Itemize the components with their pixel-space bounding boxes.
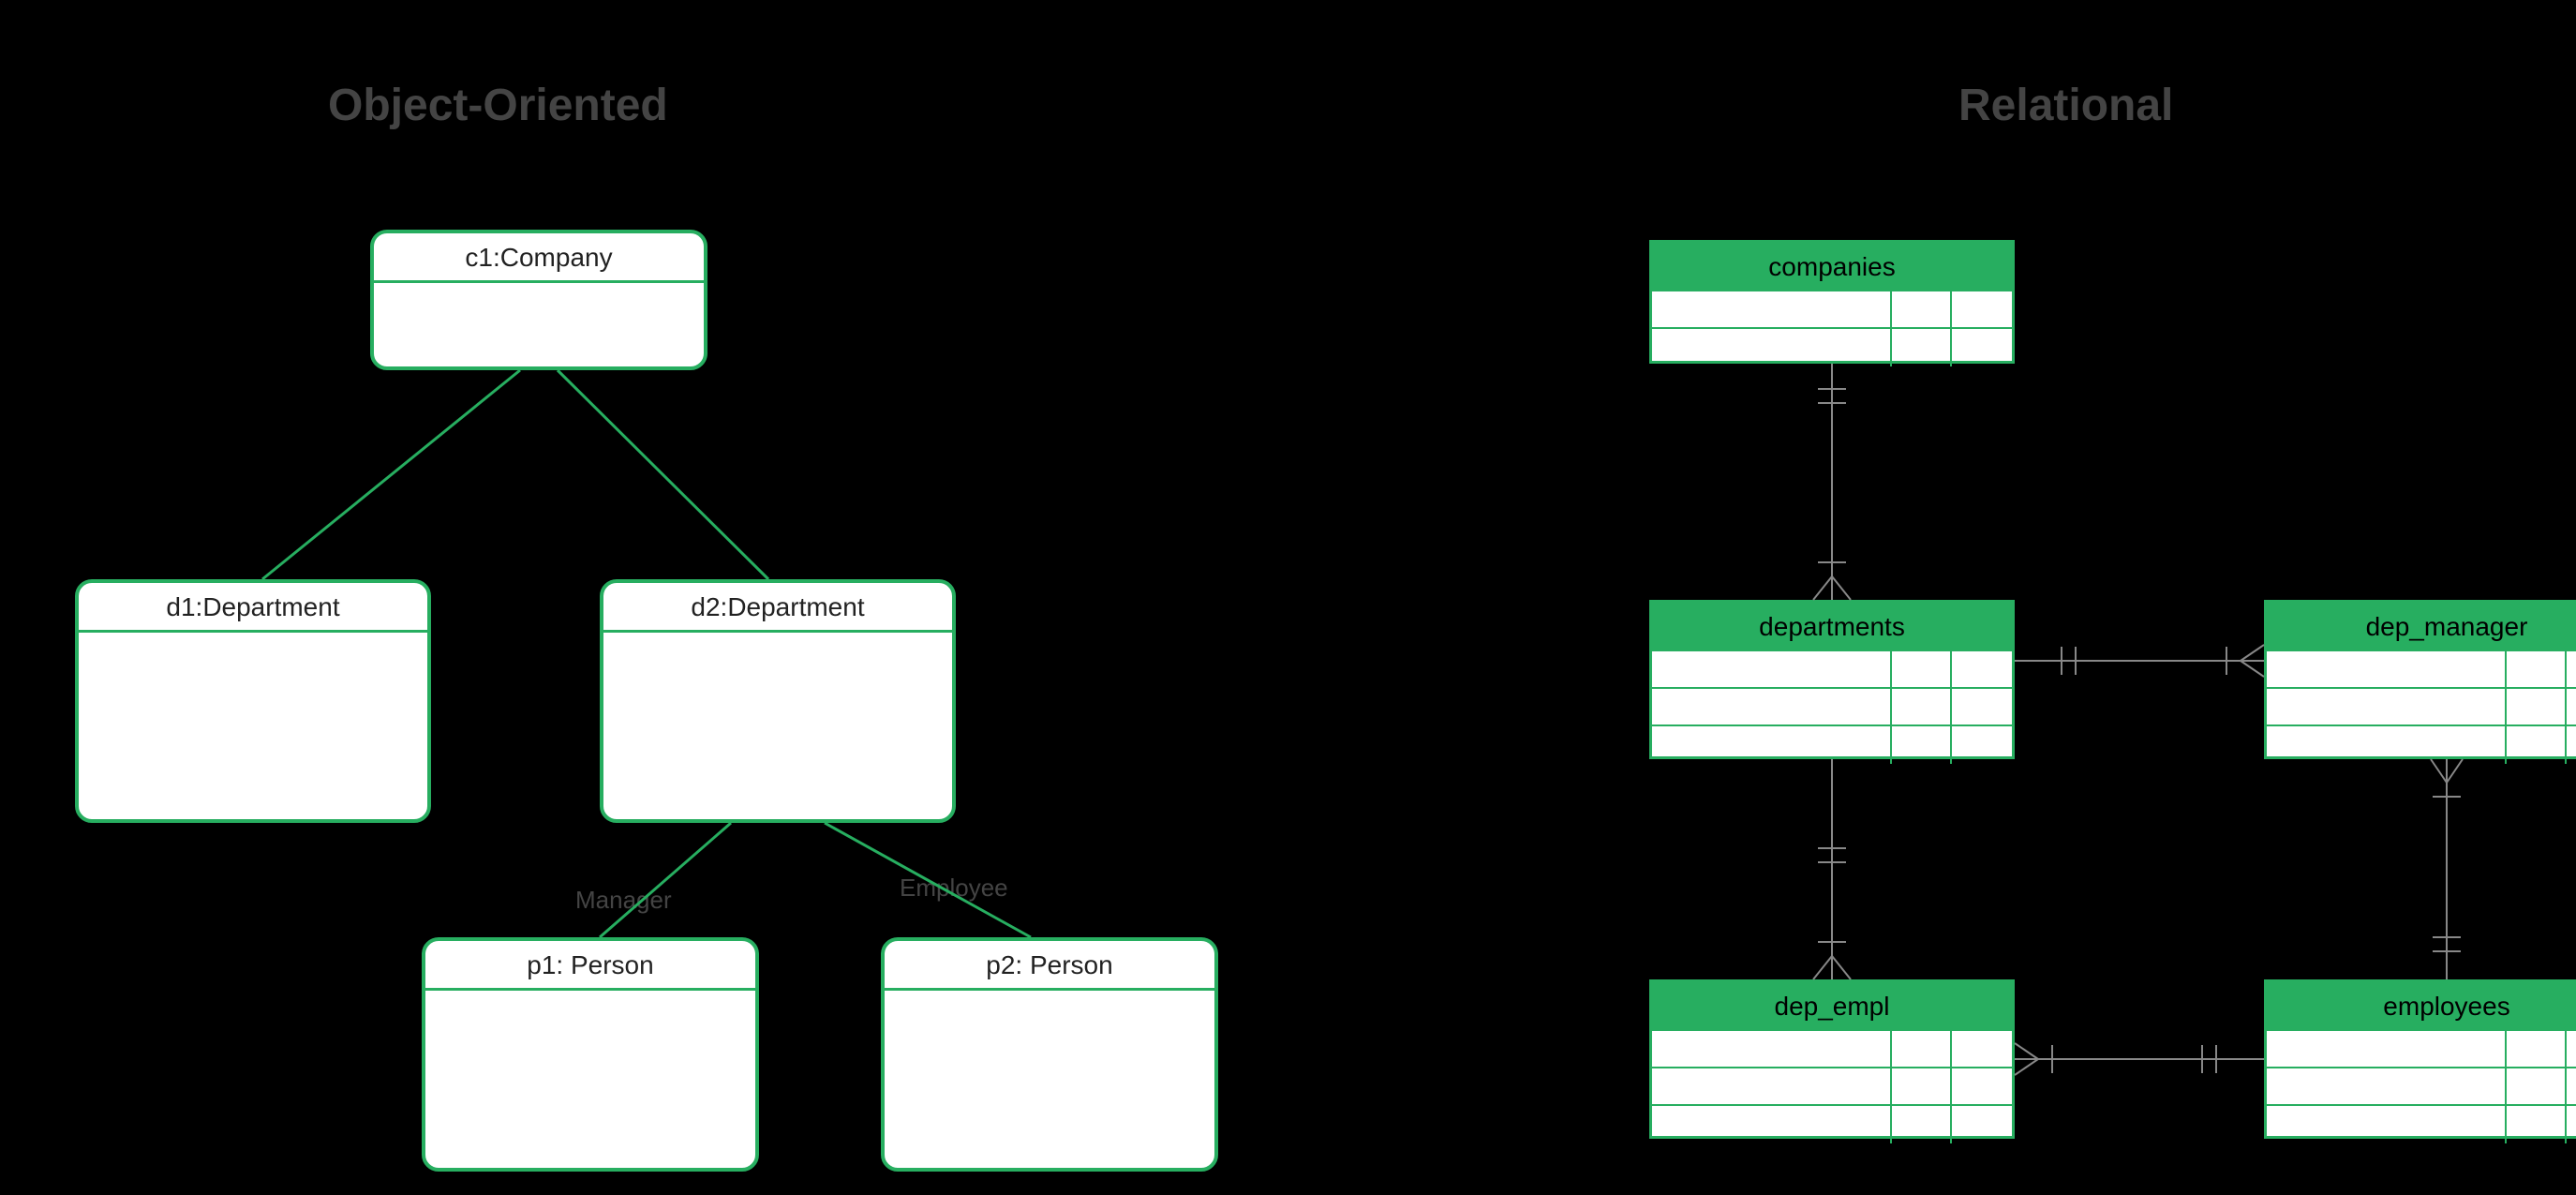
- diagram-canvas: Object-Oriented Relational c1:Company d1…: [0, 0, 2576, 1195]
- rel-edges: [0, 0, 2576, 1195]
